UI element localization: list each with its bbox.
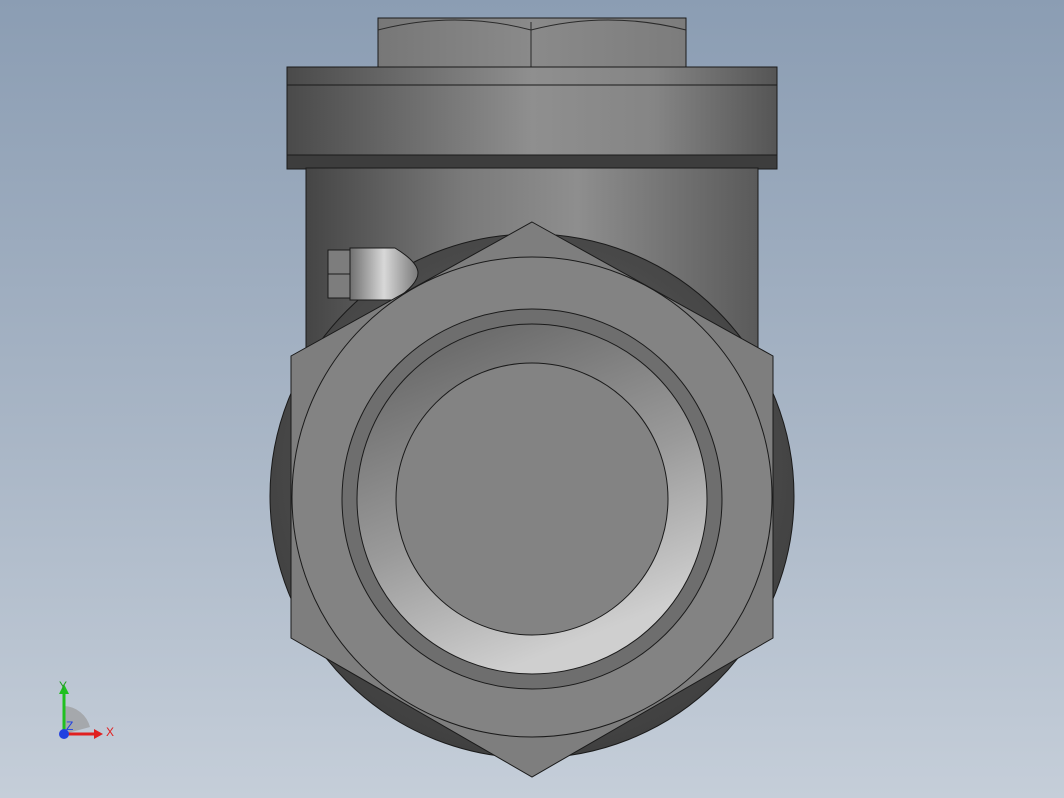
- y-axis-label: Y: [59, 679, 67, 693]
- swing-check-valve-model[interactable]: [0, 0, 1064, 798]
- cad-viewport[interactable]: Y X Z: [0, 0, 1064, 798]
- x-axis-label: X: [106, 725, 114, 739]
- top-hex-nut[interactable]: [377, 17, 687, 69]
- side-pin[interactable]: [327, 247, 419, 301]
- x-axis-arrow: [94, 729, 103, 739]
- bonnet-cap[interactable]: [286, 66, 778, 170]
- orientation-triad: Y X Z: [59, 679, 114, 739]
- port-opening[interactable]: [341, 308, 723, 690]
- z-axis-label: Z: [66, 719, 73, 733]
